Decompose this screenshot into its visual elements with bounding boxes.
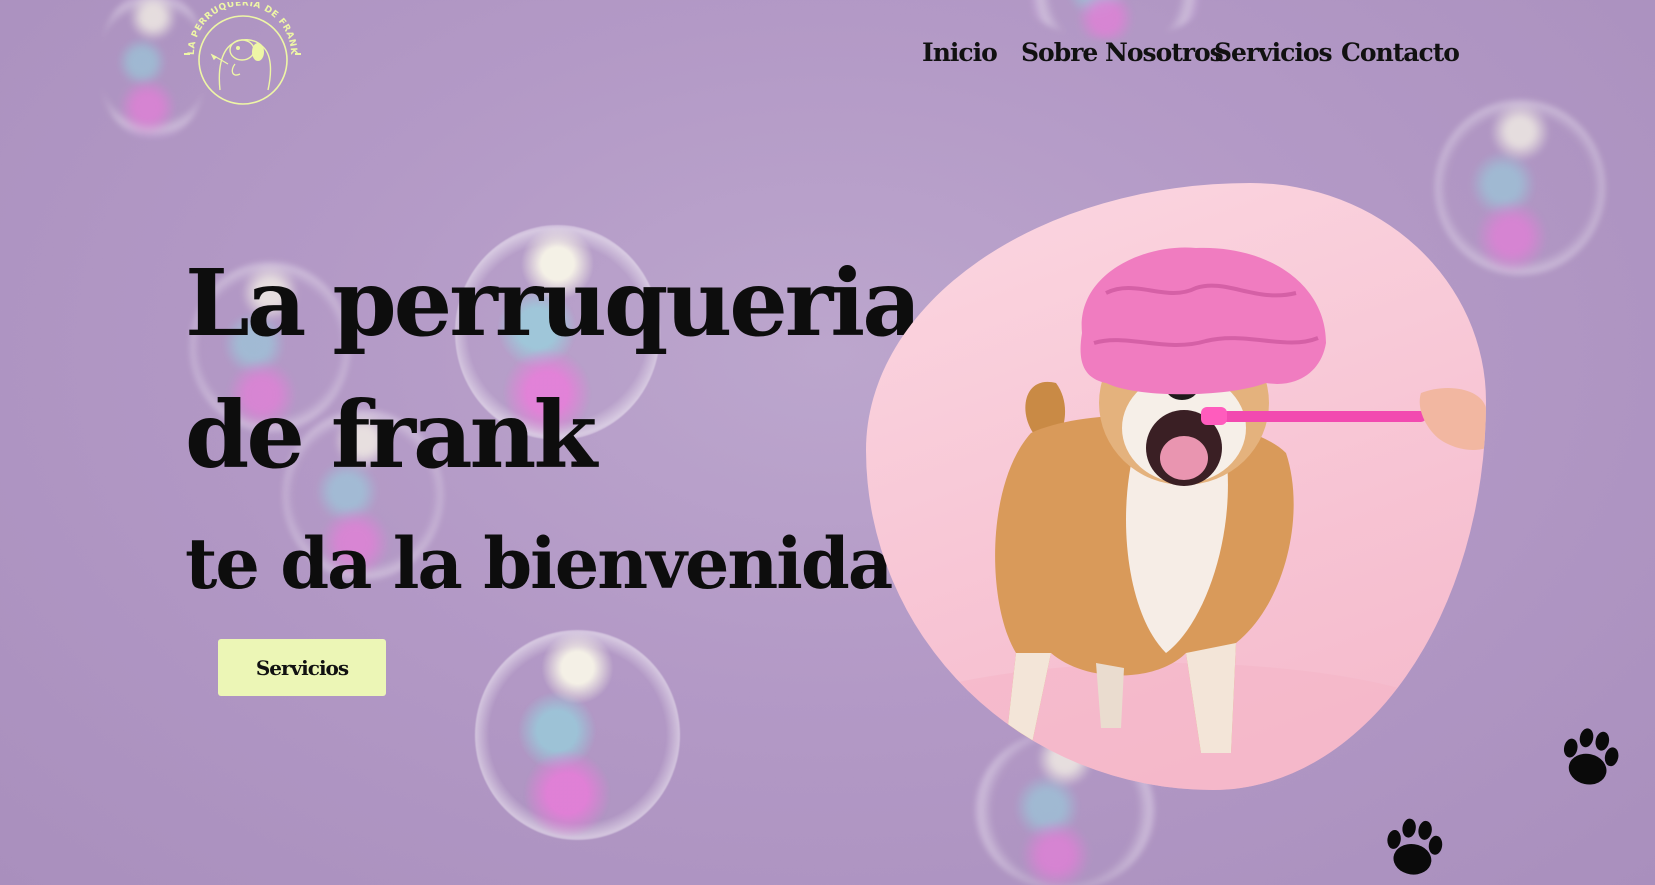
services-button[interactable]: Servicios: [218, 639, 386, 696]
nav-item-inicio[interactable]: Inicio: [922, 38, 998, 67]
logo-text: LA PERRUQUERIA DE FRANK: [187, 0, 298, 56]
nav-item-contacto[interactable]: Contacto: [1341, 38, 1460, 67]
hero-subtitle: te da la bienvenida.: [185, 522, 916, 605]
brand-logo[interactable]: LA PERRUQUERIA DE FRANK: [180, 0, 305, 106]
bubble-decoration: [475, 630, 680, 840]
nav-item-servicios[interactable]: Servicios: [1214, 38, 1333, 67]
dog-with-shower-cap-image: [866, 183, 1486, 790]
paw-icon: [1563, 728, 1619, 785]
svg-text:LA PERRUQUERIA DE FRANK: LA PERRUQUERIA DE FRANK: [187, 2, 298, 56]
bubble-decoration: [1435, 100, 1605, 275]
hero-title-line-2: de frank: [185, 381, 597, 489]
nav-item-sobre-nosotros[interactable]: Sobre Nosotros: [1021, 38, 1224, 67]
bubble-decoration: [1020, 0, 1210, 40]
paw-icon: [1387, 818, 1443, 875]
hero-title-line-1: La perruqueria: [185, 249, 922, 357]
